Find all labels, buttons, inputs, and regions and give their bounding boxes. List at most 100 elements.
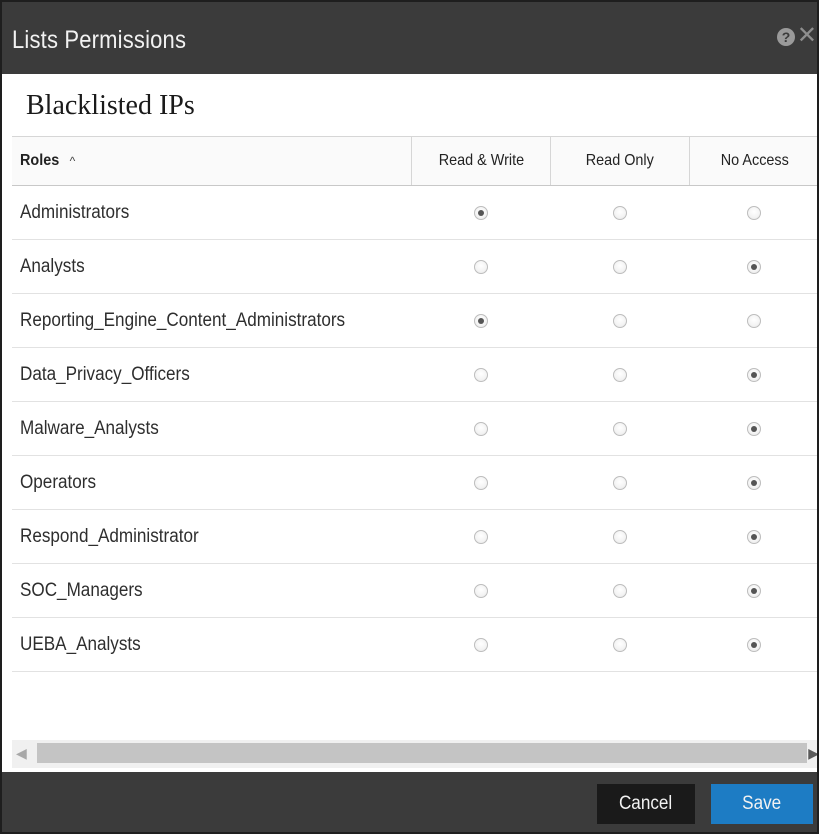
no-access-radio[interactable] <box>747 583 761 598</box>
no-access-cell <box>689 186 817 239</box>
role-cell: Reporting_Engine_Content_Administrators <box>12 294 411 347</box>
read-only-cell <box>550 240 689 293</box>
no-access-cell <box>689 456 817 509</box>
horizontal-scrollbar[interactable]: ◀ ▶ <box>12 740 817 768</box>
lists-permissions-dialog: Lists Permissions ? ✕ Blacklisted IPs Ro… <box>0 0 819 834</box>
sort-ascending-icon[interactable]: ^ <box>70 154 76 168</box>
read-only-radio[interactable] <box>612 367 627 382</box>
no-access-cell <box>689 294 817 347</box>
dialog-title: Lists Permissions <box>12 26 187 54</box>
no-access-radio[interactable] <box>747 313 761 328</box>
read-only-cell <box>550 402 689 455</box>
read-write-radio[interactable] <box>473 367 488 382</box>
table-row: UEBA_Analysts <box>12 618 817 672</box>
read-only-radio[interactable] <box>612 529 627 544</box>
table-body: Administrators Analysts Reporting_Engine_C… <box>12 186 817 672</box>
column-header-read-write: Read & Write <box>411 137 550 185</box>
role-name: Operators <box>20 471 97 493</box>
no-access-radio[interactable] <box>747 367 761 382</box>
role-cell: Operators <box>12 456 411 509</box>
read-only-cell <box>550 510 689 563</box>
role-cell: Data_Privacy_Officers <box>12 348 411 401</box>
read-only-cell <box>550 564 689 617</box>
read-only-radio[interactable] <box>612 421 627 436</box>
no-access-radio[interactable] <box>747 475 761 490</box>
role-name: UEBA_Analysts <box>20 633 141 655</box>
read-write-cell <box>411 186 550 239</box>
save-button-label: Save <box>742 793 782 814</box>
read-only-radio[interactable] <box>612 313 627 328</box>
read-write-cell <box>411 510 550 563</box>
no-access-cell <box>689 402 817 455</box>
close-icon[interactable]: ✕ <box>797 24 817 48</box>
no-access-cell <box>689 348 817 401</box>
role-cell: Analysts <box>12 240 411 293</box>
read-write-cell <box>411 456 550 509</box>
read-only-radio[interactable] <box>612 475 627 490</box>
column-header-roles-label: Roles <box>20 152 60 169</box>
scroll-right-arrow-icon[interactable]: ▶ <box>808 745 817 762</box>
read-only-cell <box>550 456 689 509</box>
cancel-button-label: Cancel <box>619 793 673 814</box>
no-access-radio[interactable] <box>747 529 761 544</box>
dialog-footer: Cancel Save <box>2 772 817 832</box>
question-circle-icon[interactable]: ? <box>777 28 795 46</box>
role-cell: UEBA_Analysts <box>12 618 411 671</box>
read-only-cell <box>550 186 689 239</box>
no-access-radio[interactable] <box>747 205 761 220</box>
no-access-cell <box>689 240 817 293</box>
role-cell: Malware_Analysts <box>12 402 411 455</box>
table-row: Malware_Analysts <box>12 402 817 456</box>
read-only-cell <box>550 348 689 401</box>
table-row: Reporting_Engine_Content_Administrators <box>12 294 817 348</box>
scrollbar-thumb[interactable] <box>37 743 807 763</box>
no-access-radio[interactable] <box>747 421 761 436</box>
role-name: Respond_Administrator <box>20 525 199 547</box>
read-write-radio[interactable] <box>473 313 488 328</box>
scroll-left-arrow-icon[interactable]: ◀ <box>16 745 27 762</box>
role-name: Malware_Analysts <box>20 417 159 439</box>
read-write-radio[interactable] <box>473 475 488 490</box>
read-only-cell <box>550 618 689 671</box>
column-header-read-only-label: Read Only <box>585 152 655 169</box>
read-write-cell <box>411 402 550 455</box>
read-write-radio[interactable] <box>473 637 488 652</box>
role-name: SOC_Managers <box>20 579 143 601</box>
no-access-cell <box>689 564 817 617</box>
column-header-read-only: Read Only <box>550 137 689 185</box>
read-write-cell <box>411 240 550 293</box>
read-only-radio[interactable] <box>612 637 627 652</box>
read-write-radio[interactable] <box>473 205 488 220</box>
table-row: Analysts <box>12 240 817 294</box>
read-write-cell <box>411 564 550 617</box>
table-row: Respond_Administrator <box>12 510 817 564</box>
role-name: Administrators <box>20 201 130 223</box>
column-header-roles[interactable]: Roles ^ <box>12 137 411 185</box>
no-access-radio[interactable] <box>747 637 761 652</box>
no-access-cell <box>689 510 817 563</box>
read-write-radio[interactable] <box>473 421 488 436</box>
role-name: Analysts <box>20 255 85 277</box>
save-button[interactable]: Save <box>711 784 813 824</box>
table-header-row: Roles ^ Read & Write Read Only No Access <box>12 136 817 186</box>
no-access-radio[interactable] <box>747 259 761 274</box>
role-cell: Administrators <box>12 186 411 239</box>
read-write-radio[interactable] <box>473 583 488 598</box>
role-cell: SOC_Managers <box>12 564 411 617</box>
permissions-table: Roles ^ Read & Write Read Only No Access… <box>12 136 817 672</box>
role-cell: Respond_Administrator <box>12 510 411 563</box>
list-name-heading: Blacklisted IPs <box>26 90 195 121</box>
read-write-radio[interactable] <box>473 259 488 274</box>
column-header-read-write-label: Read & Write <box>438 152 524 169</box>
cancel-button[interactable]: Cancel <box>597 784 695 824</box>
read-only-radio[interactable] <box>612 583 627 598</box>
read-only-radio[interactable] <box>612 259 627 274</box>
read-only-cell <box>550 294 689 347</box>
role-name: Reporting_Engine_Content_Administrators <box>20 309 346 331</box>
table-row: Administrators <box>12 186 817 240</box>
read-write-cell <box>411 294 550 347</box>
read-write-cell <box>411 348 550 401</box>
read-write-cell <box>411 618 550 671</box>
read-write-radio[interactable] <box>473 529 488 544</box>
read-only-radio[interactable] <box>612 205 627 220</box>
